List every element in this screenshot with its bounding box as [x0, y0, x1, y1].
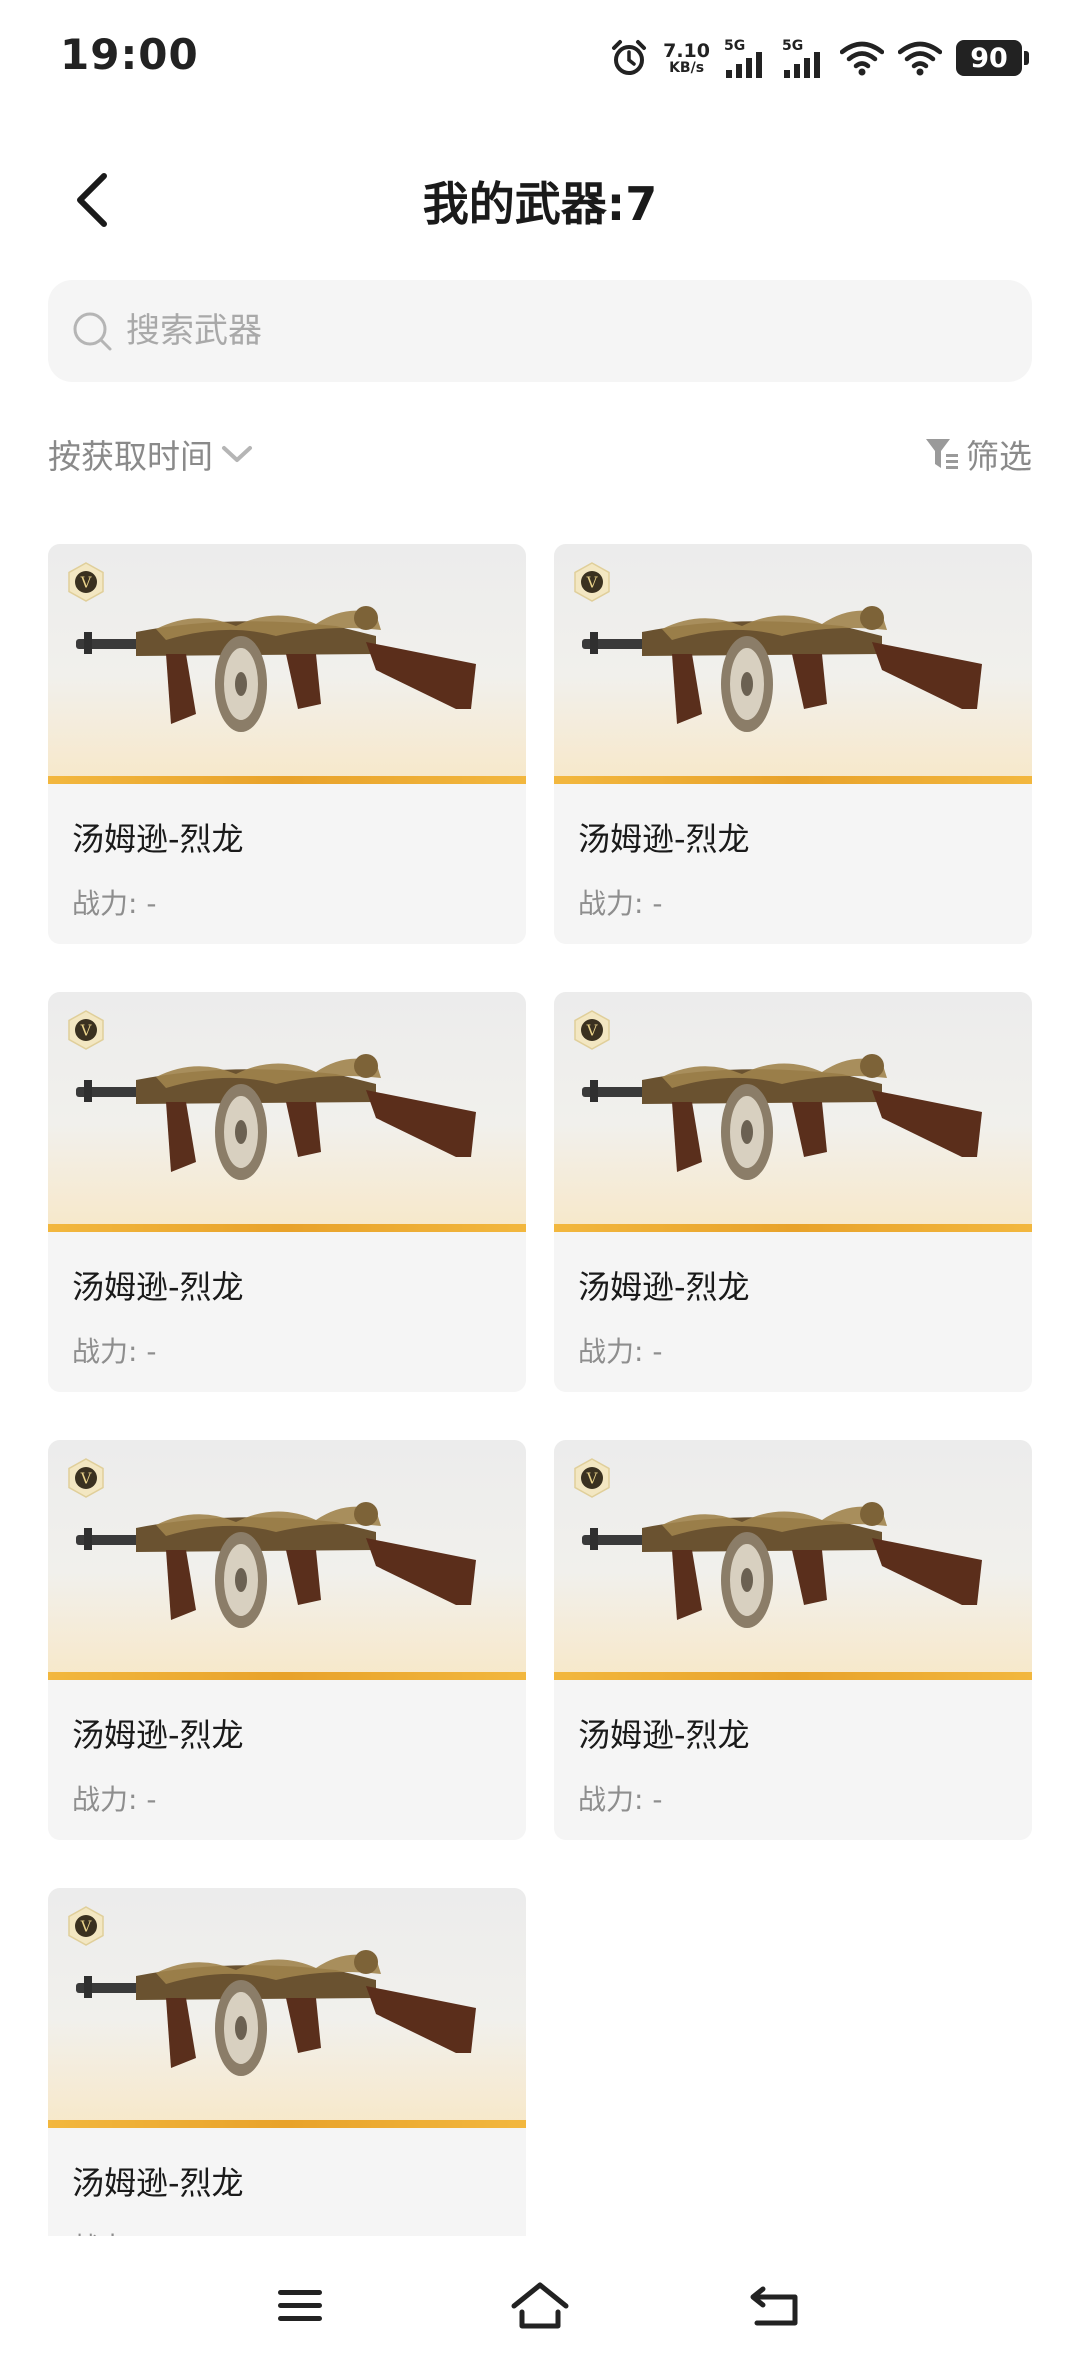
weapon-image: V: [48, 1888, 526, 2128]
weapon-image: V: [48, 992, 526, 1232]
weapon-power: 战力: -: [72, 1335, 157, 1368]
weapon-name: 汤姆逊-烈龙: [578, 820, 750, 858]
weapon-info: 汤姆逊-烈龙 战力: -: [554, 784, 1032, 944]
tommy-gun-dragon-icon: [582, 606, 982, 732]
weapon-power: 战力: -: [72, 2226, 156, 2236]
weapon-info: 汤姆逊-烈龙 战力: -: [554, 1232, 1032, 1392]
search-icon: [73, 312, 112, 351]
search-input[interactable]: [126, 311, 976, 351]
nav-home-button[interactable]: [495, 2266, 585, 2346]
weapon-name: 汤姆逊-烈龙: [578, 1268, 750, 1306]
weapon-image: V: [48, 544, 526, 784]
chevron-down-icon: [222, 446, 252, 462]
weapon-name: 汤姆逊-烈龙: [72, 820, 244, 858]
weapon-image: V: [554, 1440, 1032, 1680]
weapon-card[interactable]: V 汤姆逊-烈龙 战力: -: [48, 1888, 526, 2236]
status-bar: 19:00 7.10 KB/s 5G 5G 90: [0, 0, 1080, 120]
signal-bars-icon: [784, 52, 820, 78]
weapon-name: 汤姆逊-烈龙: [72, 2164, 244, 2202]
battery-indicator: 90: [956, 40, 1029, 76]
page-title: 我的武器:7: [422, 177, 658, 231]
weapon-name: 汤姆逊-烈龙: [72, 1268, 244, 1306]
weapon-image: V: [554, 544, 1032, 784]
weapon-power: 战力: -: [72, 887, 157, 920]
nav-back-button[interactable]: [730, 2266, 820, 2346]
sort-filter-row: 按获取时间 筛选: [48, 430, 1032, 482]
back-arrow-icon: [750, 2286, 798, 2326]
weapon-card[interactable]: V 汤姆逊-烈龙 战力: -: [554, 1440, 1032, 1840]
filter-label: 筛选: [966, 437, 1032, 476]
weapon-card[interactable]: V 汤姆逊-烈龙 战力: -: [48, 1440, 526, 1840]
tommy-gun-dragon-icon: [582, 1502, 982, 1628]
weapon-card[interactable]: V 汤姆逊-烈龙 战力: -: [48, 544, 526, 944]
network-speed-value: 7.10: [663, 39, 710, 62]
menu-icon: [278, 2290, 322, 2321]
status-icons: 7.10 KB/s 5G 5G 90: [609, 34, 1029, 82]
network-speed-unit: KB/s: [669, 59, 705, 76]
home-icon: [511, 2282, 569, 2329]
nav-menu-button[interactable]: [255, 2266, 345, 2346]
tommy-gun-dragon-icon: [76, 1054, 476, 1180]
weapon-card[interactable]: V 汤姆逊-烈龙 战力: -: [554, 992, 1032, 1392]
weapon-info: 汤姆逊-烈龙 战力: -: [48, 784, 526, 944]
weapon-image: V: [554, 992, 1032, 1232]
tommy-gun-dragon-icon: [582, 1054, 982, 1180]
search-bar[interactable]: [48, 280, 1032, 382]
weapon-name: 汤姆逊-烈龙: [578, 1716, 750, 1754]
network-speed: 7.10 KB/s: [663, 39, 710, 76]
wifi-icon: [840, 41, 884, 76]
weapon-info: 汤姆逊-烈龙 战力: -: [48, 1680, 526, 1840]
weapon-info: 汤姆逊-烈龙 战力: -: [554, 1680, 1032, 1840]
sort-dropdown[interactable]: 按获取时间: [48, 430, 253, 478]
weapon-power: 战力: -: [72, 1783, 157, 1816]
weapon-image: V: [48, 1440, 526, 1680]
status-time: 19:00: [60, 30, 199, 79]
weapon-card[interactable]: V 汤姆逊-烈龙 战力: -: [554, 544, 1032, 944]
signal-2: 5G: [782, 38, 826, 78]
filter-icon: [926, 439, 958, 469]
tommy-gun-dragon-icon: [76, 606, 476, 732]
weapon-info: 汤姆逊-烈龙 战力: -: [48, 2128, 526, 2236]
system-nav-bar: [0, 2236, 1080, 2376]
sort-label: 按获取时间: [48, 437, 213, 476]
signal-bars-icon: [726, 52, 762, 78]
weapon-power: 战力: -: [578, 1335, 663, 1368]
weapon-power: 战力: -: [578, 887, 663, 920]
header: 我的武器:7: [0, 140, 1080, 260]
signal-1: 5G: [724, 38, 768, 78]
tommy-gun-dragon-icon: [76, 1950, 476, 2076]
weapon-info: 汤姆逊-烈龙 战力: -: [48, 1232, 526, 1392]
weapon-card[interactable]: V 汤姆逊-烈龙 战力: -: [48, 992, 526, 1392]
weapon-name: 汤姆逊-烈龙: [72, 1716, 244, 1754]
weapon-grid: V 汤姆逊-烈龙 战力: - V 汤姆逊-烈龙 战力: - V 汤姆逊-烈龙 战…: [48, 544, 1032, 2236]
wifi-icon: [898, 41, 942, 76]
tommy-gun-dragon-icon: [76, 1502, 476, 1628]
weapon-power: 战力: -: [578, 1783, 663, 1816]
filter-button[interactable]: 筛选: [924, 430, 1032, 478]
alarm-icon: [612, 40, 647, 75]
